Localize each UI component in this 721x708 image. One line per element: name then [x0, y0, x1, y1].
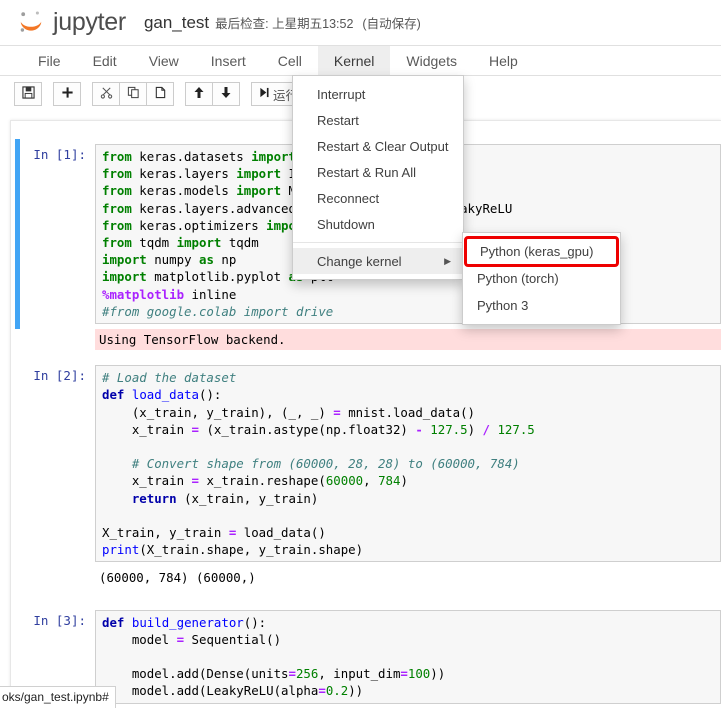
kernel-option-torch[interactable]: Python (torch) — [463, 265, 620, 292]
plus-icon — [61, 86, 74, 102]
code-cell-3[interactable]: In [3]: def build_generator(): model = S… — [21, 605, 721, 708]
paste-button[interactable] — [146, 82, 174, 106]
cell-output-row-2: (60000, 784) (60000,) — [21, 567, 721, 588]
code-cell-2[interactable]: In [2]: # Load the dataset def load_data… — [21, 360, 721, 567]
kernel-option-keras-gpu[interactable]: Python (keras_gpu) — [464, 236, 619, 267]
kernel-menu-reconnect[interactable]: Reconnect — [293, 185, 463, 211]
status-bar-link: oks/gan_test.ipynb# — [0, 686, 116, 708]
copy-icon — [127, 86, 140, 102]
run-icon — [259, 87, 270, 101]
notebook-header: jupyter gan_test 最后检查: 上星期五13:52 (自动保存) — [0, 0, 721, 46]
kernel-menu-restart[interactable]: Restart — [293, 107, 463, 133]
jupyter-brand-label: jupyter — [53, 8, 126, 36]
kernel-option-python3[interactable]: Python 3 — [463, 292, 620, 319]
code-text-2: # Load the dataset def load_data(): (x_t… — [102, 370, 535, 558]
menu-widgets[interactable]: Widgets — [390, 46, 473, 75]
paste-icon — [154, 86, 167, 102]
change-kernel-label: Change kernel — [317, 253, 402, 269]
change-kernel-submenu: Python (keras_gpu) Python (torch) Python… — [462, 232, 621, 325]
jupyter-logo-icon — [16, 8, 46, 38]
cut-button[interactable] — [92, 82, 120, 106]
kernel-menu-restart-clear-output[interactable]: Restart & Clear Output — [293, 133, 463, 159]
arrow-up-icon — [193, 86, 205, 102]
menu-edit[interactable]: Edit — [77, 46, 133, 75]
toolbar-group-move — [185, 82, 240, 106]
menu-kernel[interactable]: Kernel — [317, 46, 391, 75]
chevron-right-icon: ▶ — [444, 255, 451, 266]
cell-output-1: Using TensorFlow backend. — [95, 329, 721, 351]
code-editor-2[interactable]: # Load the dataset def load_data(): (x_t… — [95, 365, 721, 563]
menu-view[interactable]: View — [133, 46, 195, 75]
code-editor-3[interactable]: def build_generator(): model = Sequentia… — [95, 609, 721, 704]
menu-insert[interactable]: Insert — [195, 46, 262, 75]
output-prompt-1 — [21, 329, 95, 350]
kernel-menu-interrupt[interactable]: Interrupt — [293, 81, 463, 107]
menu-divider — [293, 242, 463, 243]
menu-file[interactable]: File — [22, 46, 77, 75]
insert-cell-button[interactable] — [53, 82, 81, 106]
kernel-menu-restart-run-all[interactable]: Restart & Run All — [293, 159, 463, 185]
menu-bar: File Edit View Insert Cell Kernel Widget… — [0, 46, 721, 76]
toolbar-group-add — [53, 82, 81, 106]
last-checkpoint-label: 最后检查: 上星期五13:52 — [215, 17, 354, 31]
jupyter-logo-link[interactable]: jupyter — [16, 8, 126, 38]
toolbar-group-save — [14, 82, 42, 106]
arrow-down-icon — [220, 86, 232, 102]
cell-output-row-1: Using TensorFlow backend. — [21, 329, 721, 351]
jupyter-notebook-window: jupyter gan_test 最后检查: 上星期五13:52 (自动保存) … — [0, 0, 721, 708]
move-cell-down-button[interactable] — [212, 82, 240, 106]
copy-button[interactable] — [119, 82, 147, 106]
save-button[interactable] — [14, 82, 42, 106]
kernel-menu-change-kernel[interactable]: Change kernel ▶ — [293, 248, 463, 274]
move-cell-up-button[interactable] — [185, 82, 213, 106]
scissors-icon — [100, 86, 113, 102]
output-prompt-2 — [21, 567, 95, 588]
menu-help[interactable]: Help — [473, 46, 534, 75]
notebook-title[interactable]: gan_test — [144, 13, 209, 33]
toolbar-group-clipboard — [92, 82, 174, 106]
menu-cell[interactable]: Cell — [262, 46, 318, 75]
cell-prompt-1: In [1]: — [33, 147, 86, 162]
code-text-3: def build_generator(): model = Sequentia… — [102, 614, 446, 699]
kernel-menu-shutdown[interactable]: Shutdown — [293, 211, 463, 237]
kernel-dropdown-menu: Interrupt Restart Restart & Clear Output… — [292, 75, 464, 280]
cell-prompt-2: In [2]: — [33, 368, 86, 384]
cell-output-2: (60000, 784) (60000,) — [99, 570, 256, 586]
floppy-disk-icon — [21, 86, 35, 102]
autosave-label: (自动保存) — [362, 17, 421, 31]
